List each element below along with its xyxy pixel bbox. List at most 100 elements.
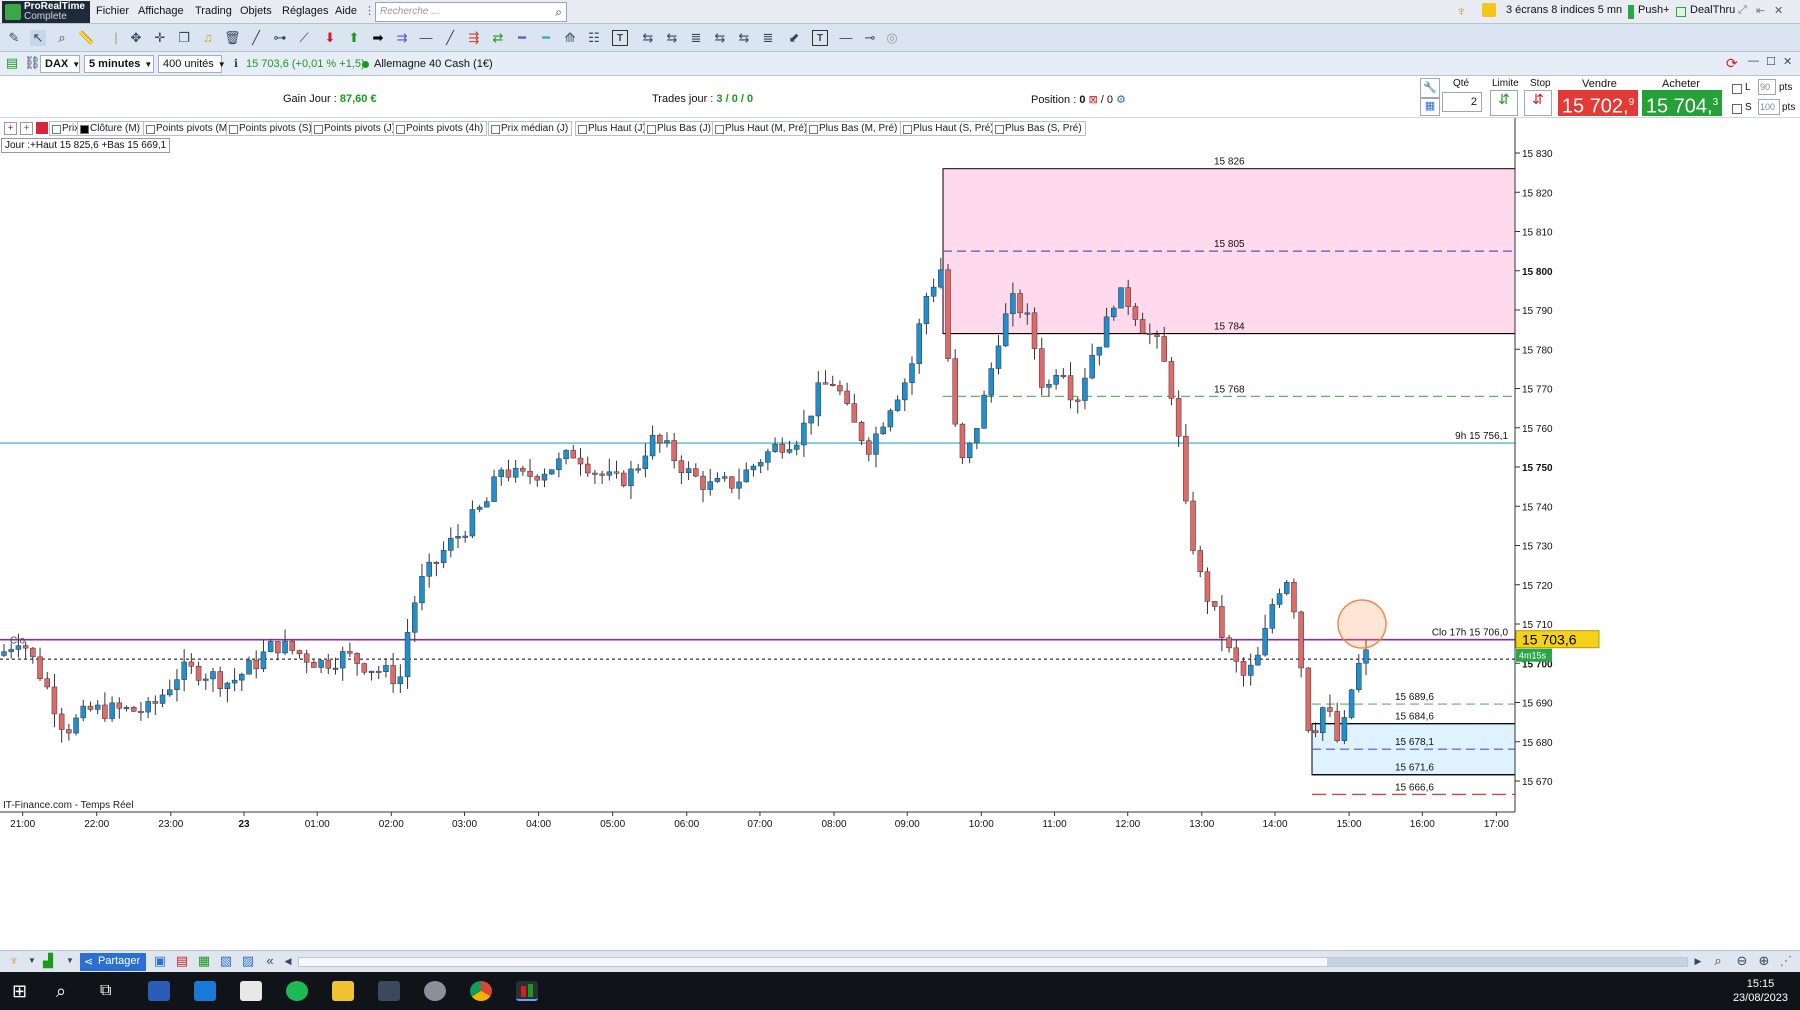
candle[interactable] <box>361 663 368 673</box>
candle[interactable] <box>930 286 937 297</box>
candle[interactable] <box>354 653 360 664</box>
candle[interactable] <box>556 458 562 470</box>
candle[interactable] <box>894 399 901 411</box>
indicator-toggle[interactable]: Points pivots (S) <box>226 121 316 136</box>
prorealtime-taskbar-icon[interactable] <box>516 981 538 1001</box>
candle[interactable] <box>44 678 50 688</box>
push-button[interactable]: Push+ <box>1638 4 1670 16</box>
candle[interactable] <box>685 468 692 474</box>
cyan-line-icon[interactable]: ━ <box>538 30 554 46</box>
word-icon[interactable] <box>148 981 170 1001</box>
candle[interactable] <box>714 478 721 482</box>
candle[interactable] <box>448 537 454 551</box>
candle[interactable] <box>8 649 14 652</box>
candle[interactable] <box>484 501 490 508</box>
fibonacci-icon[interactable]: ☷ <box>586 30 602 46</box>
candle[interactable] <box>592 472 598 475</box>
extend-icon[interactable]: ⇆ <box>640 30 656 46</box>
candle[interactable] <box>801 422 807 446</box>
candle[interactable] <box>476 506 483 510</box>
candle[interactable] <box>527 470 533 477</box>
chain-icon[interactable]: ⛓ <box>24 55 41 71</box>
candle[interactable] <box>858 422 865 442</box>
candle[interactable] <box>584 463 591 474</box>
files-icon[interactable] <box>240 981 262 1001</box>
candle[interactable] <box>102 704 108 719</box>
candle[interactable] <box>1204 571 1211 602</box>
candle[interactable] <box>152 701 159 704</box>
app-logo[interactable]: ProRealTime Complete <box>2 1 90 23</box>
menu-reglages[interactable]: Réglages <box>282 5 328 17</box>
candle[interactable] <box>844 390 850 404</box>
gann-icon[interactable]: ≣ <box>760 30 776 46</box>
link-icon[interactable]: ▤ <box>4 55 20 71</box>
menu-trading[interactable]: Trading <box>195 5 232 17</box>
candle[interactable] <box>599 473 605 476</box>
candle[interactable] <box>368 670 375 673</box>
candle[interactable] <box>433 561 440 564</box>
candle[interactable] <box>887 410 894 428</box>
candle[interactable] <box>347 651 353 654</box>
trendline-icon[interactable]: ╱ <box>442 30 458 46</box>
candle[interactable] <box>534 476 541 481</box>
ruler-icon[interactable]: 📏 <box>78 30 94 46</box>
indicator-toggle[interactable]: Plus Haut (S, Pré) <box>900 121 998 136</box>
candle[interactable] <box>808 415 814 424</box>
candle[interactable] <box>426 561 432 577</box>
candle[interactable] <box>700 475 706 490</box>
candle[interactable] <box>1125 287 1131 307</box>
indicator-toggle[interactable]: Plus Haut (J) <box>575 121 650 136</box>
scroll-left-icon[interactable]: ◀ <box>280 953 296 969</box>
candle[interactable] <box>1327 707 1333 712</box>
candle[interactable] <box>138 711 144 714</box>
candle[interactable] <box>412 602 418 633</box>
move-icon[interactable]: ✛ <box>152 30 168 46</box>
indicator-toggle[interactable]: Points pivots (J) <box>311 121 400 136</box>
candle[interactable] <box>66 729 72 734</box>
candle[interactable] <box>1283 582 1290 594</box>
candle[interactable] <box>1240 661 1247 676</box>
explorer-icon[interactable] <box>332 981 354 1001</box>
candle[interactable] <box>267 641 274 653</box>
candle[interactable] <box>563 450 569 460</box>
candle[interactable] <box>657 434 663 444</box>
candle[interactable] <box>1219 606 1225 639</box>
calculator-icon[interactable]: ▦ <box>1420 98 1440 116</box>
pencil-icon[interactable]: ✎ <box>6 30 22 46</box>
candle[interactable] <box>1046 384 1052 388</box>
measure-icon[interactable]: ⊸ <box>862 30 878 46</box>
candle[interactable] <box>498 469 504 477</box>
candle[interactable] <box>757 462 764 467</box>
candle[interactable] <box>606 471 613 476</box>
tools-icon[interactable]: ≣ <box>688 30 704 46</box>
candle[interactable] <box>397 676 404 684</box>
level-icon[interactable]: ━ <box>514 30 530 46</box>
s-checkbox[interactable] <box>1732 104 1742 114</box>
candle[interactable] <box>419 576 425 604</box>
wrench-icon[interactable]: 🔧 <box>1420 78 1440 98</box>
candle[interactable] <box>873 433 879 455</box>
candle[interactable] <box>815 382 822 417</box>
candle[interactable] <box>224 682 231 689</box>
candle[interactable] <box>548 469 555 475</box>
candle[interactable] <box>455 535 461 539</box>
candle[interactable] <box>1183 435 1189 502</box>
candle[interactable] <box>1175 398 1182 437</box>
info-icon[interactable]: ℹ <box>228 56 244 72</box>
candle[interactable] <box>570 450 577 459</box>
candle[interactable] <box>1298 611 1304 669</box>
export-icon[interactable]: ▤ <box>174 953 190 969</box>
rewind-icon[interactable]: « <box>262 953 278 969</box>
candle[interactable] <box>339 651 346 669</box>
store-icon[interactable] <box>194 981 216 1001</box>
candle[interactable] <box>1312 730 1319 733</box>
candle[interactable] <box>383 665 389 672</box>
symbol-selector[interactable]: DAX ▼ <box>40 55 80 73</box>
candle[interactable] <box>239 673 245 681</box>
candle[interactable] <box>628 468 634 486</box>
candle[interactable] <box>945 269 951 359</box>
dealthru-button[interactable]: DealThru <box>1690 4 1735 16</box>
candle[interactable] <box>988 368 995 396</box>
candle[interactable] <box>1096 346 1103 356</box>
candle[interactable] <box>246 659 252 675</box>
